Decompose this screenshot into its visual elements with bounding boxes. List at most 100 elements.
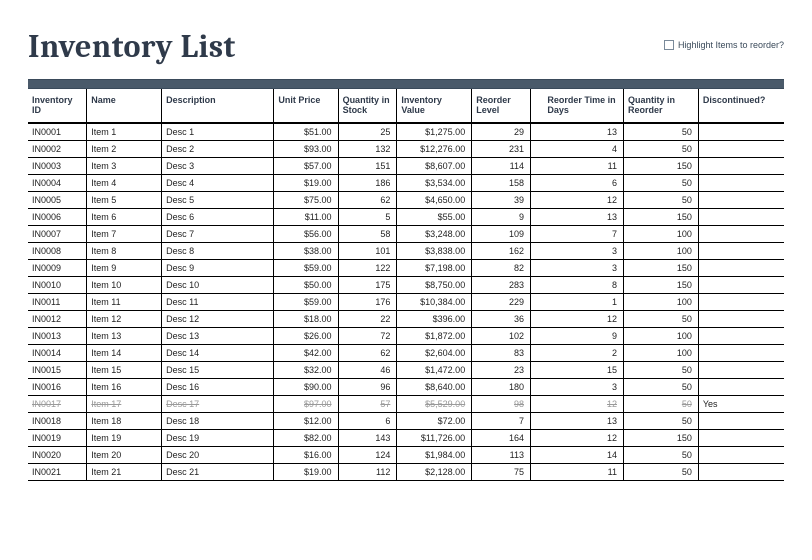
- cell-desc: Desc 6: [162, 208, 274, 225]
- cell-gap: [531, 242, 544, 259]
- cell-desc: Desc 16: [162, 378, 274, 395]
- cell-disc: [698, 412, 784, 429]
- cell-disc: [698, 123, 784, 141]
- cell-disc: [698, 463, 784, 480]
- cell-rtime: 12: [543, 395, 623, 412]
- cell-disc: [698, 242, 784, 259]
- cell-reord: 98: [472, 395, 531, 412]
- cell-val: $1,984.00: [397, 446, 472, 463]
- cell-reord: 158: [472, 174, 531, 191]
- cell-reord: 83: [472, 344, 531, 361]
- cell-id: IN0009: [28, 259, 87, 276]
- cell-rtime: 11: [543, 157, 623, 174]
- cell-qty: 151: [338, 157, 397, 174]
- cell-name: Item 2: [87, 140, 162, 157]
- cell-disc: [698, 378, 784, 395]
- cell-desc: Desc 4: [162, 174, 274, 191]
- table-row: IN0018Item 18Desc 18$12.006$72.0071350: [28, 412, 784, 429]
- table-row: IN0012Item 12Desc 12$18.0022$396.0036125…: [28, 310, 784, 327]
- cell-disc: [698, 293, 784, 310]
- cell-disc: [698, 174, 784, 191]
- cell-id: IN0015: [28, 361, 87, 378]
- cell-rtime: 12: [543, 191, 623, 208]
- cell-reord: 75: [472, 463, 531, 480]
- table-row: IN0017Item 17Desc 17$97.0057$5,529.00981…: [28, 395, 784, 412]
- col-description: Description: [162, 89, 274, 123]
- cell-qty: 6: [338, 412, 397, 429]
- cell-price: $90.00: [274, 378, 338, 395]
- cell-rtime: 15: [543, 361, 623, 378]
- cell-rtime: 12: [543, 310, 623, 327]
- col-reorder-level: Reorder Level: [472, 89, 531, 123]
- cell-qty: 62: [338, 191, 397, 208]
- cell-val: $12,276.00: [397, 140, 472, 157]
- table-row: IN0004Item 4Desc 4$19.00186$3,534.001586…: [28, 174, 784, 191]
- cell-qre: 150: [624, 429, 699, 446]
- table-row: IN0019Item 19Desc 19$82.00143$11,726.001…: [28, 429, 784, 446]
- cell-val: $72.00: [397, 412, 472, 429]
- cell-price: $42.00: [274, 344, 338, 361]
- cell-name: Item 4: [87, 174, 162, 191]
- cell-qty: 132: [338, 140, 397, 157]
- cell-qty: 122: [338, 259, 397, 276]
- cell-rtime: 6: [543, 174, 623, 191]
- cell-rtime: 3: [543, 259, 623, 276]
- cell-qty: 175: [338, 276, 397, 293]
- cell-name: Item 7: [87, 225, 162, 242]
- cell-rtime: 9: [543, 327, 623, 344]
- cell-price: $59.00: [274, 259, 338, 276]
- table-row: IN0005Item 5Desc 5$75.0062$4,650.0039125…: [28, 191, 784, 208]
- cell-id: IN0008: [28, 242, 87, 259]
- cell-name: Item 15: [87, 361, 162, 378]
- cell-name: Item 3: [87, 157, 162, 174]
- cell-reord: 29: [472, 123, 531, 141]
- cell-disc: [698, 191, 784, 208]
- cell-desc: Desc 1: [162, 123, 274, 141]
- cell-id: IN0016: [28, 378, 87, 395]
- table-row: IN0015Item 15Desc 15$32.0046$1,472.00231…: [28, 361, 784, 378]
- cell-price: $11.00: [274, 208, 338, 225]
- cell-disc: [698, 310, 784, 327]
- cell-price: $19.00: [274, 463, 338, 480]
- cell-reord: 9: [472, 208, 531, 225]
- cell-rtime: 13: [543, 412, 623, 429]
- cell-name: Item 11: [87, 293, 162, 310]
- cell-desc: Desc 2: [162, 140, 274, 157]
- cell-rtime: 13: [543, 208, 623, 225]
- cell-gap: [531, 140, 544, 157]
- cell-gap: [531, 276, 544, 293]
- cell-price: $75.00: [274, 191, 338, 208]
- accent-bar: [28, 79, 784, 89]
- cell-reord: 7: [472, 412, 531, 429]
- cell-qty: 25: [338, 123, 397, 141]
- cell-gap: [531, 327, 544, 344]
- table-row: IN0001Item 1Desc 1$51.0025$1,275.0029135…: [28, 123, 784, 141]
- cell-id: IN0011: [28, 293, 87, 310]
- cell-qty: 57: [338, 395, 397, 412]
- cell-desc: Desc 11: [162, 293, 274, 310]
- cell-disc: [698, 157, 784, 174]
- cell-reord: 164: [472, 429, 531, 446]
- cell-id: IN0004: [28, 174, 87, 191]
- cell-price: $50.00: [274, 276, 338, 293]
- cell-gap: [531, 446, 544, 463]
- cell-price: $32.00: [274, 361, 338, 378]
- cell-reord: 23: [472, 361, 531, 378]
- cell-gap: [531, 378, 544, 395]
- cell-qre: 150: [624, 157, 699, 174]
- cell-id: IN0014: [28, 344, 87, 361]
- cell-disc: [698, 259, 784, 276]
- cell-disc: [698, 429, 784, 446]
- cell-val: $396.00: [397, 310, 472, 327]
- highlight-reorder-checkbox[interactable]: Highlight Items to reorder?: [664, 40, 784, 50]
- cell-qty: 101: [338, 242, 397, 259]
- table-row: IN0016Item 16Desc 16$90.0096$8,640.00180…: [28, 378, 784, 395]
- cell-id: IN0003: [28, 157, 87, 174]
- table-header-row: Inventory ID Name Description Unit Price…: [28, 89, 784, 123]
- cell-qre: 50: [624, 463, 699, 480]
- cell-qty: 72: [338, 327, 397, 344]
- cell-rtime: 7: [543, 225, 623, 242]
- cell-qre: 50: [624, 361, 699, 378]
- cell-name: Item 12: [87, 310, 162, 327]
- cell-qre: 100: [624, 344, 699, 361]
